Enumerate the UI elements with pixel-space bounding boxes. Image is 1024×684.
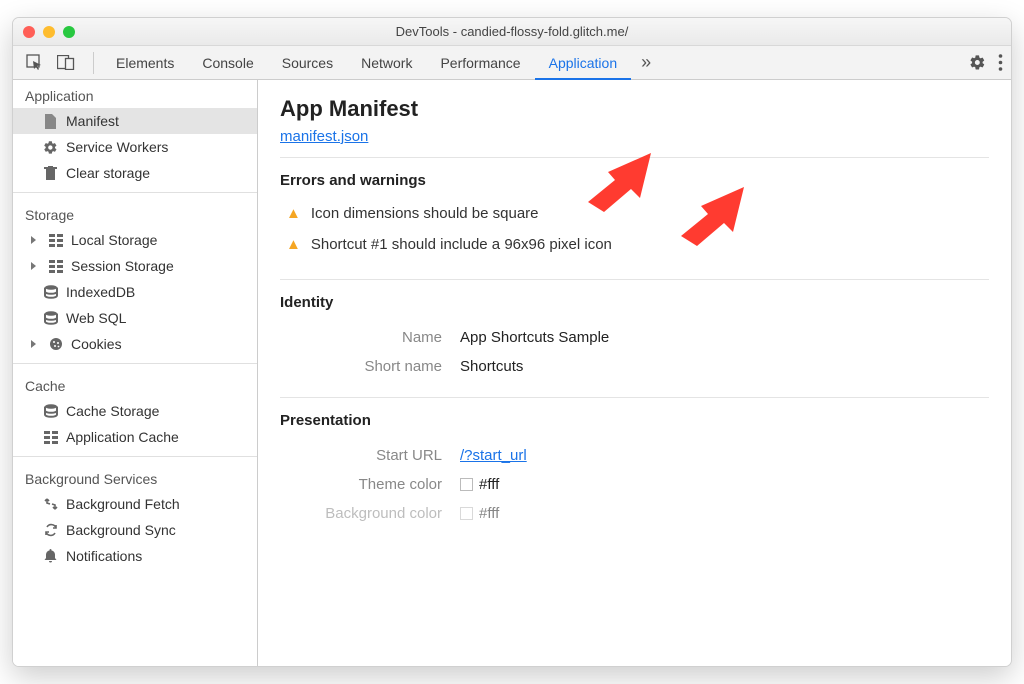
sidebar-group-storage: Storage bbox=[13, 199, 257, 227]
sidebar-item-label: Manifest bbox=[66, 113, 119, 129]
sidebar-item-label: Cookies bbox=[71, 336, 122, 352]
field-label: Background color bbox=[280, 505, 460, 522]
field-short-name: Short name Shortcuts bbox=[280, 352, 989, 381]
file-icon bbox=[43, 114, 58, 129]
sidebar-item-background-fetch[interactable]: Background Fetch bbox=[13, 491, 257, 517]
gear-icon bbox=[43, 140, 58, 155]
database-icon bbox=[43, 285, 58, 300]
field-start-url: Start URL /?start_url bbox=[280, 441, 989, 470]
tab-network[interactable]: Network bbox=[347, 46, 426, 80]
presentation-section: Presentation Start URL /?start_url Theme… bbox=[280, 397, 989, 532]
tab-elements[interactable]: Elements bbox=[102, 46, 188, 80]
cookie-icon bbox=[48, 337, 63, 352]
annotation-arrow bbox=[681, 184, 751, 249]
panel-tabs: Elements Console Sources Network Perform… bbox=[102, 46, 661, 80]
grid-icon bbox=[48, 233, 63, 248]
identity-section: Identity Name App Shortcuts Sample Short… bbox=[280, 279, 989, 385]
sidebar-item-label: Service Workers bbox=[66, 139, 168, 155]
database-icon bbox=[43, 404, 58, 419]
field-value: App Shortcuts Sample bbox=[460, 329, 609, 346]
sidebar-item-label: Background Sync bbox=[66, 522, 176, 538]
field-value: #fff bbox=[460, 505, 499, 522]
expand-icon bbox=[31, 262, 36, 270]
sidebar-item-label: Session Storage bbox=[71, 258, 174, 274]
sync-icon bbox=[43, 523, 58, 538]
tab-performance[interactable]: Performance bbox=[426, 46, 534, 80]
color-swatch bbox=[460, 478, 473, 491]
sidebar-group-background-services: Background Services bbox=[13, 463, 257, 491]
sidebar-item-background-sync[interactable]: Background Sync bbox=[13, 517, 257, 543]
sidebar-item-cookies[interactable]: Cookies bbox=[13, 331, 257, 357]
divider bbox=[93, 52, 94, 74]
grid-icon bbox=[43, 430, 58, 445]
color-swatch bbox=[460, 507, 473, 520]
annotation-arrow bbox=[588, 150, 658, 215]
titlebar[interactable]: DevTools - candied-flossy-fold.glitch.me… bbox=[13, 18, 1011, 46]
devtools-toolbar: Elements Console Sources Network Perform… bbox=[13, 46, 1011, 80]
settings-icon[interactable] bbox=[969, 54, 986, 71]
device-toggle-icon[interactable] bbox=[53, 50, 79, 76]
kebab-menu-icon[interactable] bbox=[998, 54, 1003, 71]
toolbar-right bbox=[969, 54, 1003, 71]
expand-icon bbox=[31, 236, 36, 244]
field-label: Theme color bbox=[280, 476, 460, 493]
sidebar-item-service-workers[interactable]: Service Workers bbox=[13, 134, 257, 160]
warning-text: Shortcut #1 should include a 96x96 pixel… bbox=[311, 236, 612, 253]
field-name: Name App Shortcuts Sample bbox=[280, 323, 989, 352]
warning-icon: ▲ bbox=[286, 236, 301, 253]
sidebar-item-label: IndexedDB bbox=[66, 284, 135, 300]
trash-icon bbox=[43, 166, 58, 181]
more-tabs-button[interactable]: » bbox=[631, 52, 661, 73]
warning-icon: ▲ bbox=[286, 205, 301, 222]
field-theme-color: Theme color #fff bbox=[280, 470, 989, 499]
sidebar-item-label: Notifications bbox=[66, 548, 142, 564]
warning-text: Icon dimensions should be square bbox=[311, 205, 539, 222]
database-icon bbox=[43, 311, 58, 326]
warning-row: ▲ Shortcut #1 should include a 96x96 pix… bbox=[280, 232, 989, 263]
sidebar-item-websql[interactable]: Web SQL bbox=[13, 305, 257, 331]
sidebar-item-label: Application Cache bbox=[66, 429, 179, 445]
manifest-link[interactable]: manifest.json bbox=[280, 128, 368, 145]
sidebar-item-clear-storage[interactable]: Clear storage bbox=[13, 160, 257, 186]
sidebar-item-local-storage[interactable]: Local Storage bbox=[13, 227, 257, 253]
inspect-icon[interactable] bbox=[21, 50, 47, 76]
field-value: #fff bbox=[460, 476, 499, 493]
expand-icon bbox=[31, 340, 36, 348]
tab-application[interactable]: Application bbox=[535, 46, 632, 80]
grid-icon bbox=[48, 259, 63, 274]
field-label: Short name bbox=[280, 358, 460, 375]
sidebar-item-notifications[interactable]: Notifications bbox=[13, 543, 257, 569]
devtools-window: DevTools - candied-flossy-fold.glitch.me… bbox=[12, 17, 1012, 667]
bell-icon bbox=[43, 549, 58, 564]
sidebar-item-cache-storage[interactable]: Cache Storage bbox=[13, 398, 257, 424]
sidebar-group-cache: Cache bbox=[13, 370, 257, 398]
panel-body: Application Manifest Service Workers Cle… bbox=[13, 80, 1011, 666]
sidebar-item-manifest[interactable]: Manifest bbox=[13, 108, 257, 134]
window-title: DevTools - candied-flossy-fold.glitch.me… bbox=[13, 24, 1011, 39]
field-value: Shortcuts bbox=[460, 358, 523, 375]
sidebar-item-label: Background Fetch bbox=[66, 496, 180, 512]
field-label: Name bbox=[280, 329, 460, 346]
field-background-color: Background color #fff bbox=[280, 499, 989, 528]
sidebar-item-label: Local Storage bbox=[71, 232, 157, 248]
fetch-icon bbox=[43, 497, 58, 512]
sidebar-group-application: Application bbox=[13, 80, 257, 108]
sidebar-item-session-storage[interactable]: Session Storage bbox=[13, 253, 257, 279]
manifest-pane: App Manifest manifest.json Errors and wa… bbox=[258, 80, 1011, 666]
sidebar-item-label: Web SQL bbox=[66, 310, 126, 326]
sidebar-item-label: Clear storage bbox=[66, 165, 150, 181]
sidebar: Application Manifest Service Workers Cle… bbox=[13, 80, 258, 666]
identity-heading: Identity bbox=[280, 294, 989, 311]
start-url-link[interactable]: /?start_url bbox=[460, 447, 527, 464]
presentation-heading: Presentation bbox=[280, 412, 989, 429]
page-title: App Manifest bbox=[280, 96, 989, 122]
sidebar-item-indexeddb[interactable]: IndexedDB bbox=[13, 279, 257, 305]
field-label: Start URL bbox=[280, 447, 460, 464]
tab-sources[interactable]: Sources bbox=[268, 46, 347, 80]
sidebar-item-application-cache[interactable]: Application Cache bbox=[13, 424, 257, 450]
sidebar-item-label: Cache Storage bbox=[66, 403, 159, 419]
tab-console[interactable]: Console bbox=[188, 46, 267, 80]
